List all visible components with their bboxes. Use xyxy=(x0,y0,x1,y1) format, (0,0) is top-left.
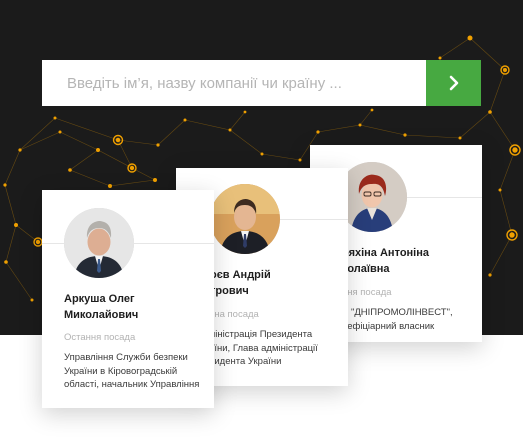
position-line2: нефіціарний власник xyxy=(342,320,435,332)
search-submit-button[interactable] xyxy=(426,60,481,106)
chevron-right-icon xyxy=(449,75,458,91)
position-label: ння посада xyxy=(342,287,392,298)
position-line1: В "ДНІПРОМОЛІНВЕСТ", xyxy=(342,307,453,318)
position-line3: зидента України xyxy=(210,356,282,367)
search-bar xyxy=(42,60,481,106)
position-label: Остання посада xyxy=(64,332,136,343)
person-name-line2: Миколайович xyxy=(64,309,139,321)
person-name-line1: оєв Андрій xyxy=(210,269,271,281)
position-line2: зїни, Глава адміністрації xyxy=(210,342,318,354)
position-line1: ніністрація Президента xyxy=(210,329,313,340)
person-card[interactable]: Аркуша Олег Миколайович Остання посада У… xyxy=(42,190,214,408)
position-line1: Управління Служби безпеки xyxy=(64,352,188,363)
person-name-line1: Аркуша Олег xyxy=(64,293,135,305)
position-line3: області, начальник Управління xyxy=(64,379,200,390)
position-label: зна посада xyxy=(210,309,259,320)
person-name-line1: ряхіна Антоніна xyxy=(342,247,429,259)
person-name-line2: колаївна xyxy=(342,263,390,275)
search-input[interactable] xyxy=(42,60,426,106)
avatar xyxy=(64,208,134,278)
person-name-line2: трович xyxy=(210,285,249,297)
avatar xyxy=(210,184,280,254)
position-line2: України в Кіровоградській xyxy=(64,365,178,377)
